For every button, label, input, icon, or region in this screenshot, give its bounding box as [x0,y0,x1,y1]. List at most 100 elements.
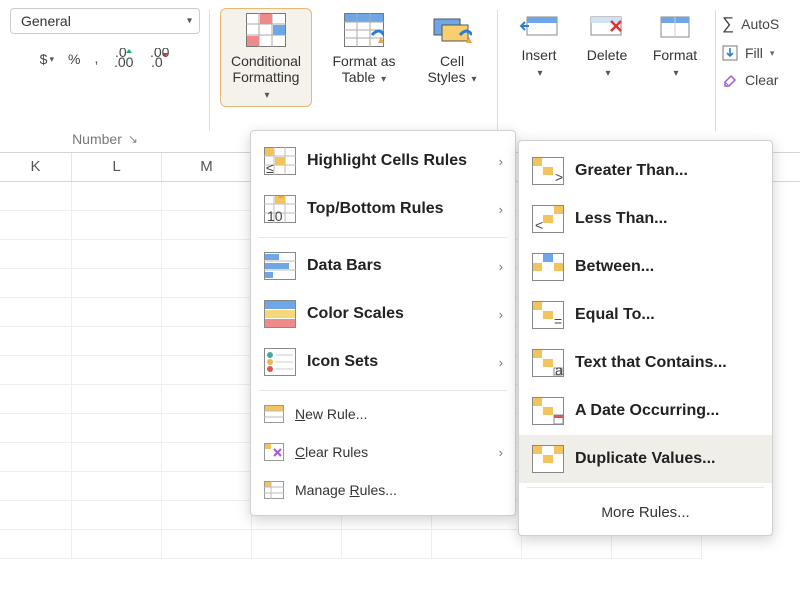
chevron-down-icon: ▾ [471,74,476,85]
fill-button[interactable]: Fill ▾ [722,45,779,61]
percent-icon: % [68,52,80,66]
menu-item-clear-rules[interactable]: Clear Rules › [251,433,515,471]
less-than-icon: < [531,204,565,234]
sigma-icon: ∑ [722,14,734,34]
cell-styles-icon [432,13,472,47]
format-as-table-icon [344,13,384,47]
highlight-cells-icon: ≤ [263,146,297,176]
menu-item-color-scales[interactable]: Color Scales › [251,290,515,338]
menu-label: Less Than... [575,210,760,228]
format-as-table-button[interactable]: Format as Table ▾ [318,8,410,91]
menu-label: Duplicate Values... [575,450,760,468]
column-header-l[interactable]: L [72,153,162,181]
menu-item-data-bars[interactable]: Data Bars › [251,242,515,290]
svg-text:≤: ≤ [266,160,274,175]
menu-item-duplicate-values[interactable]: Duplicate Values... [519,435,772,483]
column-header-m[interactable]: M [162,153,252,181]
svg-text:<: < [535,217,543,233]
menu-item-manage-rules[interactable]: Manage Rules... [251,471,515,509]
eraser-icon [722,72,738,88]
dialog-launcher-icon[interactable]: ↘ [128,132,138,146]
color-scales-icon [263,299,297,329]
accounting-format-button[interactable]: $ ▾ [40,52,54,66]
autosum-label: AutoS [741,16,779,32]
format-button[interactable]: Format ▾ [644,8,706,85]
menu-item-text-contains[interactable]: a Text that Contains... [519,339,772,387]
menu-item-between[interactable]: Between... [519,243,772,291]
equal-to-icon: = [531,300,565,330]
chevron-right-icon: › [499,445,503,460]
chevron-right-icon: › [499,202,503,217]
format-label: Format [653,47,697,63]
svg-text:=: = [554,313,562,329]
menu-label: New Rule... [295,406,503,422]
menu-label: Top/Bottom Rules [307,200,499,218]
comma-format-button[interactable]: , [94,56,98,62]
chevron-down-icon: ▾ [673,68,678,79]
svg-text:a: a [555,362,563,377]
column-header-k[interactable]: K [0,153,72,181]
decrease-decimal-button[interactable]: .00.0 [148,48,170,70]
duplicate-values-icon [531,444,565,474]
chevron-down-icon: ▾ [264,90,269,101]
chevron-right-icon: › [499,154,503,169]
clear-rules-icon [263,442,285,462]
percent-format-button[interactable]: % [68,52,80,66]
menu-separator [259,237,507,238]
number-format-combo[interactable] [10,8,200,34]
fill-label: Fill [745,45,763,61]
icon-sets-icon [263,347,297,377]
chevron-down-icon: ▾ [605,68,610,79]
delete-cells-icon [587,13,627,41]
menu-label: Between... [575,258,760,276]
text-contains-icon: a [531,348,565,378]
cell-styles-button[interactable]: Cell Styles ▾ [416,8,488,91]
top-bottom-icon: 10 [263,194,297,224]
menu-item-highlight-cells-rules[interactable]: ≤ Highlight Cells Rules › [251,137,515,185]
insert-button[interactable]: Insert▾ [508,8,570,85]
format-cells-icon [655,13,695,41]
menu-label: Color Scales [307,305,499,323]
chevron-down-icon: ▾ [49,55,54,64]
clear-button[interactable]: Clear [722,72,779,88]
decrease-decimal-icon: .00.0 [148,48,170,70]
menu-item-greater-than[interactable]: > Greater Than... [519,147,772,195]
svg-text:>: > [555,169,563,185]
svg-text:.00: .00 [114,54,134,70]
menu-label: Equal To... [575,306,760,324]
chevron-down-icon: ▾ [381,74,386,85]
increase-decimal-button[interactable]: .0.00 [112,48,134,70]
delete-button[interactable]: Delete ▾ [576,8,638,85]
menu-item-icon-sets[interactable]: Icon Sets › [251,338,515,386]
menu-item-equal-to[interactable]: = Equal To... [519,291,772,339]
menu-item-less-than[interactable]: < Less Than... [519,195,772,243]
greater-than-icon: > [531,156,565,186]
format-as-table-label: Format as Table [332,53,395,85]
menu-item-new-rule[interactable]: New Rule... [251,395,515,433]
increase-decimal-icon: .0.00 [112,48,134,70]
delete-label: Delete [587,47,627,63]
menu-label: Text that Contains... [575,354,760,372]
clear-label: Clear [745,72,778,88]
chevron-right-icon: › [499,307,503,322]
menu-label: Highlight Cells Rules [307,152,499,170]
dollar-icon: $ [40,52,48,66]
data-bars-icon [263,251,297,281]
menu-item-top-bottom-rules[interactable]: 10 Top/Bottom Rules › [251,185,515,233]
menu-item-date-occurring[interactable]: A Date Occurring... [519,387,772,435]
menu-label: Manage Rules... [295,482,503,498]
between-icon [531,252,565,282]
menu-label: A Date Occurring... [575,402,760,420]
manage-rules-icon [263,480,285,500]
new-rule-icon [263,404,285,424]
conditional-formatting-icon [246,13,286,47]
conditional-formatting-menu: ≤ Highlight Cells Rules › 10 Top/Bottom … [250,130,516,516]
chevron-down-icon: ▾ [770,48,775,59]
date-occurring-icon [531,396,565,426]
conditional-formatting-button[interactable]: Conditional Formatting ▾ [220,8,312,107]
number-group-label: Number [72,131,122,147]
menu-label: Icon Sets [307,353,499,371]
chevron-right-icon: › [499,259,503,274]
autosum-button[interactable]: ∑ AutoS [722,14,779,34]
menu-item-more-rules[interactable]: More Rules... [519,492,772,529]
